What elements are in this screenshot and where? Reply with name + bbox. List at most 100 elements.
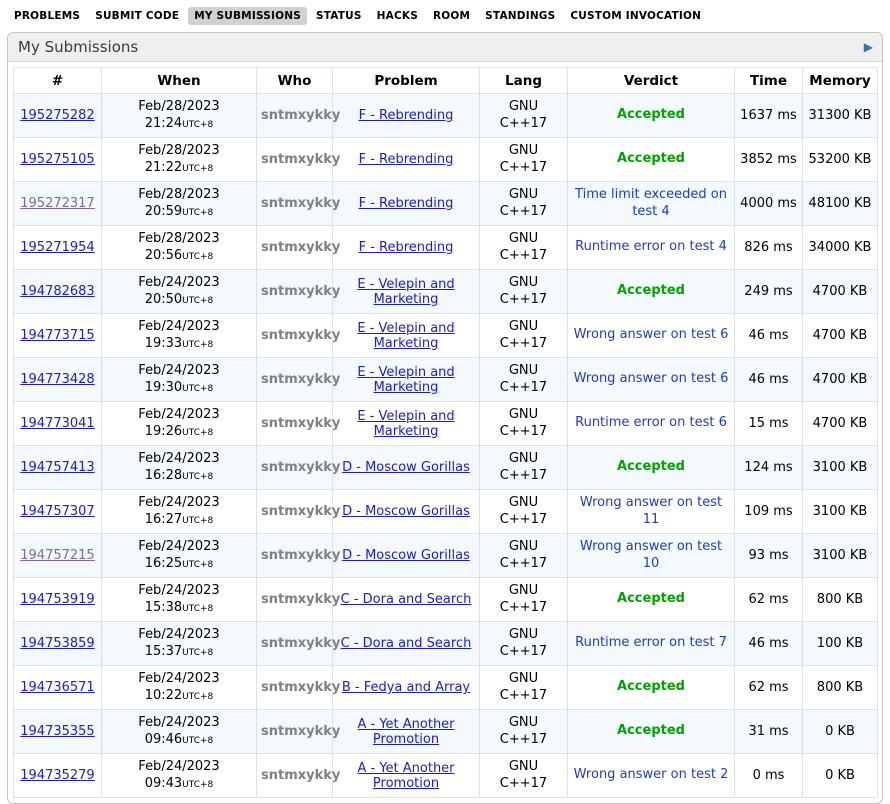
user-link[interactable]: sntmxykky bbox=[261, 504, 340, 519]
problem-link[interactable]: C - Dora and Search bbox=[341, 636, 472, 651]
user-link[interactable]: sntmxykky bbox=[261, 108, 340, 123]
timezone-label: UTC+8 bbox=[182, 252, 213, 262]
submission-id-cell: 194735279 bbox=[14, 754, 102, 798]
submission-lang-cell: GNU C++17 bbox=[480, 534, 568, 578]
verdict-text: Accepted bbox=[617, 723, 685, 740]
submission-exec-time: 124 ms bbox=[735, 446, 803, 490]
submission-lang: GNU C++17 bbox=[498, 407, 550, 440]
submission-id-link[interactable]: 194773041 bbox=[20, 416, 94, 431]
table-row: 194773715 Feb/24/2023 19:33UTC+8 sntmxyk… bbox=[14, 314, 878, 358]
submission-memory: 34000 KB bbox=[803, 226, 878, 270]
submission-lang: GNU C++17 bbox=[498, 451, 550, 484]
submission-when-cell: Feb/24/2023 15:37UTC+8 bbox=[102, 622, 257, 666]
timezone-label: UTC+8 bbox=[182, 384, 213, 394]
verdict-text: Wrong answer on test 11 bbox=[572, 495, 730, 529]
user-link[interactable]: sntmxykky bbox=[261, 548, 340, 563]
problem-link[interactable]: B - Fedya and Array bbox=[342, 680, 470, 695]
problem-link[interactable]: F - Rebrending bbox=[359, 108, 454, 123]
nav-item-room[interactable]: ROOM bbox=[427, 7, 476, 25]
submission-time-of-day: 21:24UTC+8 bbox=[106, 116, 252, 132]
nav-item-hacks[interactable]: HACKS bbox=[371, 7, 424, 25]
table-row: 194753859 Feb/24/2023 15:37UTC+8 sntmxyk… bbox=[14, 622, 878, 666]
submission-id-link[interactable]: 194757307 bbox=[20, 504, 94, 519]
column-header-lang: Lang bbox=[480, 68, 568, 94]
submission-id-cell: 195272317 bbox=[14, 182, 102, 226]
submission-date: Feb/24/2023 bbox=[106, 715, 252, 731]
submission-id-link[interactable]: 194773428 bbox=[20, 372, 94, 387]
submission-id-link[interactable]: 194753919 bbox=[20, 592, 94, 607]
problem-link[interactable]: A - Yet Another Promotion bbox=[357, 717, 454, 747]
submission-id-link[interactable]: 195275282 bbox=[20, 108, 94, 123]
submission-memory: 3100 KB bbox=[803, 446, 878, 490]
user-link[interactable]: sntmxykky bbox=[261, 592, 340, 607]
submission-lang: GNU C++17 bbox=[498, 759, 550, 792]
user-link[interactable]: sntmxykky bbox=[261, 372, 340, 387]
submission-id-link[interactable]: 194753859 bbox=[20, 636, 94, 651]
submission-id-link[interactable]: 194757413 bbox=[20, 460, 94, 475]
submission-id-link[interactable]: 195272317 bbox=[20, 196, 94, 211]
user-link[interactable]: sntmxykky bbox=[261, 680, 340, 695]
submission-lang: GNU C++17 bbox=[498, 627, 550, 660]
submission-problem-cell: C - Dora and Search bbox=[333, 578, 480, 622]
user-link[interactable]: sntmxykky bbox=[261, 416, 340, 431]
submission-id-link[interactable]: 195271954 bbox=[20, 240, 94, 255]
problem-link[interactable]: E - Velepin and Marketing bbox=[357, 321, 454, 351]
submission-id-link[interactable]: 194757215 bbox=[20, 548, 94, 563]
submission-time-of-day: 21:22UTC+8 bbox=[106, 160, 252, 176]
problem-link[interactable]: E - Velepin and Marketing bbox=[357, 365, 454, 395]
nav-item-my-submissions[interactable]: MY SUBMISSIONS bbox=[188, 7, 307, 25]
problem-link[interactable]: A - Yet Another Promotion bbox=[357, 761, 454, 791]
nav-item-status[interactable]: STATUS bbox=[310, 7, 368, 25]
user-link[interactable]: sntmxykky bbox=[261, 768, 340, 783]
timezone-label: UTC+8 bbox=[182, 648, 213, 658]
submission-who-cell: sntmxykky bbox=[257, 314, 333, 358]
submission-id-link[interactable]: 194735279 bbox=[20, 768, 94, 783]
submission-id-link[interactable]: 195275105 bbox=[20, 152, 94, 167]
submission-memory: 4700 KB bbox=[803, 358, 878, 402]
problem-link[interactable]: E - Velepin and Marketing bbox=[357, 409, 454, 439]
user-link[interactable]: sntmxykky bbox=[261, 284, 340, 299]
nav-item-custom-invocation[interactable]: CUSTOM INVOCATION bbox=[564, 7, 707, 25]
nav-item-submit-code[interactable]: SUBMIT CODE bbox=[89, 7, 185, 25]
problem-link[interactable]: F - Rebrending bbox=[359, 196, 454, 211]
expand-arrow-icon[interactable]: ▶ bbox=[864, 41, 873, 53]
submission-time-of-day: 15:37UTC+8 bbox=[106, 644, 252, 660]
problem-link[interactable]: C - Dora and Search bbox=[341, 592, 472, 607]
user-link[interactable]: sntmxykky bbox=[261, 240, 340, 255]
submission-date: Feb/28/2023 bbox=[106, 187, 252, 203]
user-link[interactable]: sntmxykky bbox=[261, 724, 340, 739]
submission-exec-time: 0 ms bbox=[735, 754, 803, 798]
column-header-time: Time bbox=[735, 68, 803, 94]
submission-lang-cell: GNU C++17 bbox=[480, 94, 568, 138]
submission-exec-time: 46 ms bbox=[735, 358, 803, 402]
submission-when-cell: Feb/24/2023 16:25UTC+8 bbox=[102, 534, 257, 578]
column-header-who: Who bbox=[257, 68, 333, 94]
submission-when-cell: Feb/28/2023 21:22UTC+8 bbox=[102, 138, 257, 182]
submission-id-link[interactable]: 194735355 bbox=[20, 724, 94, 739]
table-row: 194773041 Feb/24/2023 19:26UTC+8 sntmxyk… bbox=[14, 402, 878, 446]
problem-link[interactable]: F - Rebrending bbox=[359, 240, 454, 255]
submission-who-cell: sntmxykky bbox=[257, 666, 333, 710]
submission-memory: 800 KB bbox=[803, 578, 878, 622]
problem-link[interactable]: F - Rebrending bbox=[359, 152, 454, 167]
user-link[interactable]: sntmxykky bbox=[261, 152, 340, 167]
user-link[interactable]: sntmxykky bbox=[261, 328, 340, 343]
problem-link[interactable]: D - Moscow Gorillas bbox=[342, 504, 470, 519]
verdict-text: Runtime error on test 7 bbox=[575, 635, 727, 652]
user-link[interactable]: sntmxykky bbox=[261, 460, 340, 475]
user-link[interactable]: sntmxykky bbox=[261, 636, 340, 651]
submission-id-link[interactable]: 194782683 bbox=[20, 284, 94, 299]
submission-verdict-cell: Wrong answer on test 6 bbox=[568, 314, 735, 358]
timezone-label: UTC+8 bbox=[182, 120, 213, 130]
submission-exec-time: 93 ms bbox=[735, 534, 803, 578]
nav-item-standings[interactable]: STANDINGS bbox=[479, 7, 561, 25]
nav-item-problems[interactable]: PROBLEMS bbox=[8, 7, 86, 25]
submission-id-link[interactable]: 194736571 bbox=[20, 680, 94, 695]
submission-lang: GNU C++17 bbox=[498, 319, 550, 352]
submission-id-link[interactable]: 194773715 bbox=[20, 328, 94, 343]
problem-link[interactable]: E - Velepin and Marketing bbox=[357, 277, 454, 307]
problem-link[interactable]: D - Moscow Gorillas bbox=[342, 460, 470, 475]
user-link[interactable]: sntmxykky bbox=[261, 196, 340, 211]
problem-link[interactable]: D - Moscow Gorillas bbox=[342, 548, 470, 563]
submission-lang-cell: GNU C++17 bbox=[480, 622, 568, 666]
